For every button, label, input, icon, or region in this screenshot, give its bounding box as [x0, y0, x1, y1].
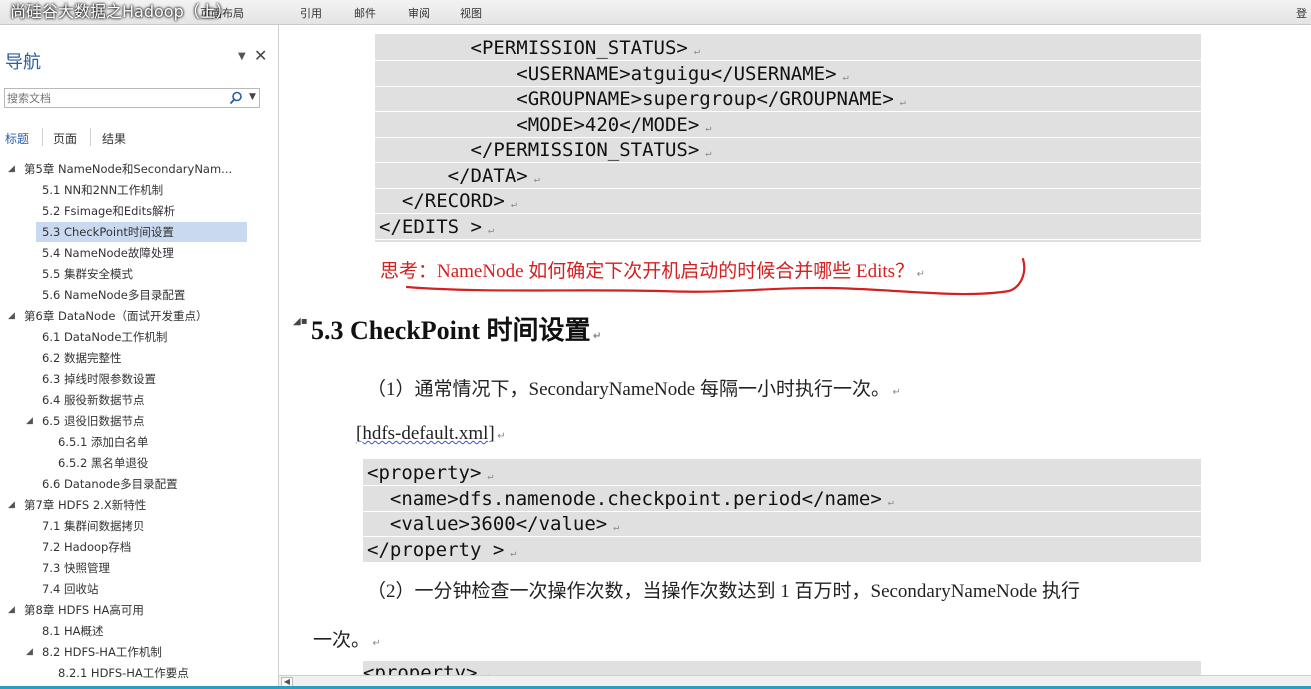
nav-tree-item[interactable]: 7.2 Hadoop存档: [0, 537, 270, 557]
nav-tree-item[interactable]: 6.3 掉线时限参数设置: [0, 369, 270, 389]
nav-tree-item-label: 6.4 服役新数据节点: [42, 393, 145, 407]
navigation-pane: 导航 ▼ ✕ ▼ 标题 页面 结果 ◢ 第5章 NameNode和Secondar…: [0, 25, 279, 689]
code-block-edits-xml: <PERMISSION_STATUS> ↵ <USERNAME>atguigu<…: [375, 34, 1201, 242]
nav-tree-item[interactable]: 5.3 CheckPoint时间设置: [36, 222, 247, 242]
nav-tree-item-label: 第5章 NameNode和SecondaryNam...: [24, 162, 233, 176]
nav-tree-item-label: 第8章 HDFS HA高可用: [24, 603, 144, 617]
menu-references[interactable]: 引用: [300, 5, 322, 21]
expand-triangle-icon[interactable]: ◢: [8, 495, 15, 515]
video-title: 尚硅谷大数据之Hadoop（上）: [10, 2, 232, 21]
file-label: [hdfs-default.xml] ↵: [356, 423, 506, 444]
nav-tree-item-label: 6.6 Datanode多目录配置: [42, 477, 178, 491]
code-block-property: <property> ↵ <name>dfs.namenode.checkpoi…: [363, 459, 1201, 563]
nav-tree-item[interactable]: 5.1 NN和2NN工作机制: [0, 180, 270, 200]
nav-tree-item-label: 5.2 Fsimage和Edits解析: [42, 204, 176, 218]
menu-mailings[interactable]: 邮件: [354, 5, 376, 21]
menu-view[interactable]: 视图: [460, 5, 482, 21]
nav-tree-item-label: 7.3 快照管理: [42, 561, 110, 575]
nav-tree-item-label: 5.1 NN和2NN工作机制: [42, 183, 164, 197]
video-play-button[interactable]: [1256, 594, 1308, 646]
expand-triangle-icon[interactable]: ◢: [26, 642, 33, 662]
expand-triangle-icon[interactable]: ◢: [8, 306, 15, 326]
expand-triangle-icon[interactable]: ◢: [8, 159, 15, 179]
code-line: </RECORD> ↵: [375, 189, 1201, 214]
code-line: </property > ↵: [363, 538, 1201, 563]
nav-tree-item-label: 5.5 集群安全模式: [42, 267, 133, 281]
code-line: <property> ↵: [363, 461, 1201, 486]
code-line: </DATA> ↵: [375, 164, 1201, 189]
nav-tree-item-label: 7.2 Hadoop存档: [42, 540, 132, 554]
paragraph-2: （2）一分钟检查一次操作次数，当操作次数达到 1 百万时，SecondaryNa…: [367, 581, 1080, 602]
tab-headings[interactable]: 标题: [5, 130, 29, 147]
nav-tree-item-label: 5.3 CheckPoint时间设置: [42, 225, 174, 239]
nav-tree-item-label: 6.5.2 黑名单退役: [58, 456, 149, 470]
sign-in-link[interactable]: 登: [1296, 5, 1307, 21]
nav-tree-item-label: 第6章 DataNode（面试开发重点）: [24, 309, 208, 323]
nav-tree-item-label: 6.1 DataNode工作机制: [42, 330, 168, 344]
tab-results[interactable]: 结果: [102, 130, 126, 147]
heading-handle-icon: ◢▪: [293, 316, 308, 327]
nav-tree-item[interactable]: ◢ 第7章 HDFS 2.X新特性: [0, 495, 270, 515]
search-input[interactable]: [7, 90, 221, 106]
nav-tree-item-label: 第7章 HDFS 2.X新特性: [24, 498, 147, 512]
nav-tree-item[interactable]: 6.5.1 添加白名单: [0, 432, 270, 452]
nav-tree-item-label: 6.3 掉线时限参数设置: [42, 372, 156, 386]
nav-options-icon[interactable]: ▼: [238, 51, 246, 62]
nav-tree-item[interactable]: 5.5 集群安全模式: [0, 264, 270, 284]
section-heading: 5.3 CheckPoint 时间设置 ↵: [311, 316, 602, 345]
search-icon[interactable]: [229, 91, 243, 105]
nav-pane-title: 导航: [5, 52, 41, 73]
paragraph-2-continued: 一次。 ↵: [313, 630, 381, 651]
code-line: <USERNAME>atguigu</USERNAME> ↵: [375, 62, 1201, 87]
nav-tree-item[interactable]: 6.2 数据完整性: [0, 348, 270, 368]
nav-tree-item-label: 8.2.1 HDFS-HA工作要点: [58, 666, 189, 680]
nav-tree-item-label: 7.1 集群间数据拷贝: [42, 519, 145, 533]
menu-review[interactable]: 审阅: [408, 5, 430, 21]
play-icon: [1262, 602, 1300, 638]
nav-tree-item[interactable]: 8.1 HA概述: [0, 621, 270, 641]
nav-tree-item[interactable]: ◢ 第6章 DataNode（面试开发重点）: [0, 306, 270, 326]
nav-tree-item[interactable]: 6.1 DataNode工作机制: [0, 327, 270, 347]
document-page: <PERMISSION_STATUS> ↵ <USERNAME>atguigu<…: [279, 25, 1311, 675]
nav-tree-item[interactable]: 5.2 Fsimage和Edits解析: [0, 201, 270, 221]
nav-tree-item[interactable]: 7.1 集群间数据拷贝: [0, 516, 270, 536]
code-line: </PERMISSION_STATUS> ↵: [375, 138, 1201, 163]
nav-tree-item-label: 5.4 NameNode故障处理: [42, 246, 174, 260]
nav-tree-item[interactable]: 6.5.2 黑名单退役: [0, 453, 270, 473]
code-line: <value>3600</value> ↵: [363, 512, 1201, 537]
nav-tree-item[interactable]: 6.6 Datanode多目录配置: [0, 474, 270, 494]
nav-tree-item-label: 5.6 NameNode多目录配置: [42, 288, 186, 302]
expand-triangle-icon[interactable]: ◢: [26, 411, 33, 431]
paragraph-1: （1）通常情况下，SecondaryNameNode 每隔一小时执行一次。 ↵: [367, 379, 901, 400]
nav-tree-item[interactable]: ◢ 第5章 NameNode和SecondaryNam...: [0, 159, 270, 179]
nav-tree-item[interactable]: ◢ 第8章 HDFS HA高可用: [0, 600, 270, 620]
nav-tree-item-label: 6.2 数据完整性: [42, 351, 122, 365]
code-line: <PERMISSION_STATUS> ↵: [375, 36, 1201, 61]
nav-tree-item-label: 7.4 回收站: [42, 582, 99, 596]
close-icon[interactable]: ✕: [254, 46, 267, 65]
ribbon-tab-bar: 页面布局 引用 邮件 审阅 视图 登 尚硅谷大数据之Hadoop（上）: [0, 0, 1311, 25]
nav-tree-item[interactable]: ◢ 6.5 退役旧数据节点: [0, 411, 270, 431]
nav-tree-item[interactable]: ◢ 8.2 HDFS-HA工作机制: [0, 642, 270, 662]
code-block-partial: <property> ↵: [363, 661, 1201, 675]
nav-tree-item-label: 8.1 HA概述: [42, 624, 104, 638]
nav-tree-item-label: 6.5.1 添加白名单: [58, 435, 149, 449]
red-underline-scribble: [405, 257, 1026, 296]
nav-tree-item[interactable]: 8.2.1 HDFS-HA工作要点: [0, 663, 270, 683]
expand-triangle-icon[interactable]: ◢: [8, 600, 15, 620]
code-line: <MODE>420</MODE> ↵: [375, 113, 1201, 138]
code-line: </EDITS > ↵: [375, 215, 1201, 240]
chevron-down-icon[interactable]: ▼: [249, 92, 256, 102]
nav-tree-item-label: 6.5 退役旧数据节点: [42, 414, 145, 428]
code-line: <name>dfs.namenode.checkpoint.period</na…: [363, 487, 1201, 512]
nav-tree-item[interactable]: 5.6 NameNode多目录配置: [0, 285, 270, 305]
nav-tree-item-label: 8.2 HDFS-HA工作机制: [42, 645, 162, 659]
nav-tree-item[interactable]: 5.4 NameNode故障处理: [0, 243, 270, 263]
code-line: <GROUPNAME>supergroup</GROUPNAME> ↵: [375, 87, 1201, 112]
nav-tree-item[interactable]: 7.3 快照管理: [0, 558, 270, 578]
nav-tree-item[interactable]: 7.4 回收站: [0, 579, 270, 599]
tab-pages[interactable]: 页面: [53, 130, 77, 147]
nav-search-box: ▼: [4, 88, 260, 108]
nav-tree-item[interactable]: 6.4 服役新数据节点: [0, 390, 270, 410]
